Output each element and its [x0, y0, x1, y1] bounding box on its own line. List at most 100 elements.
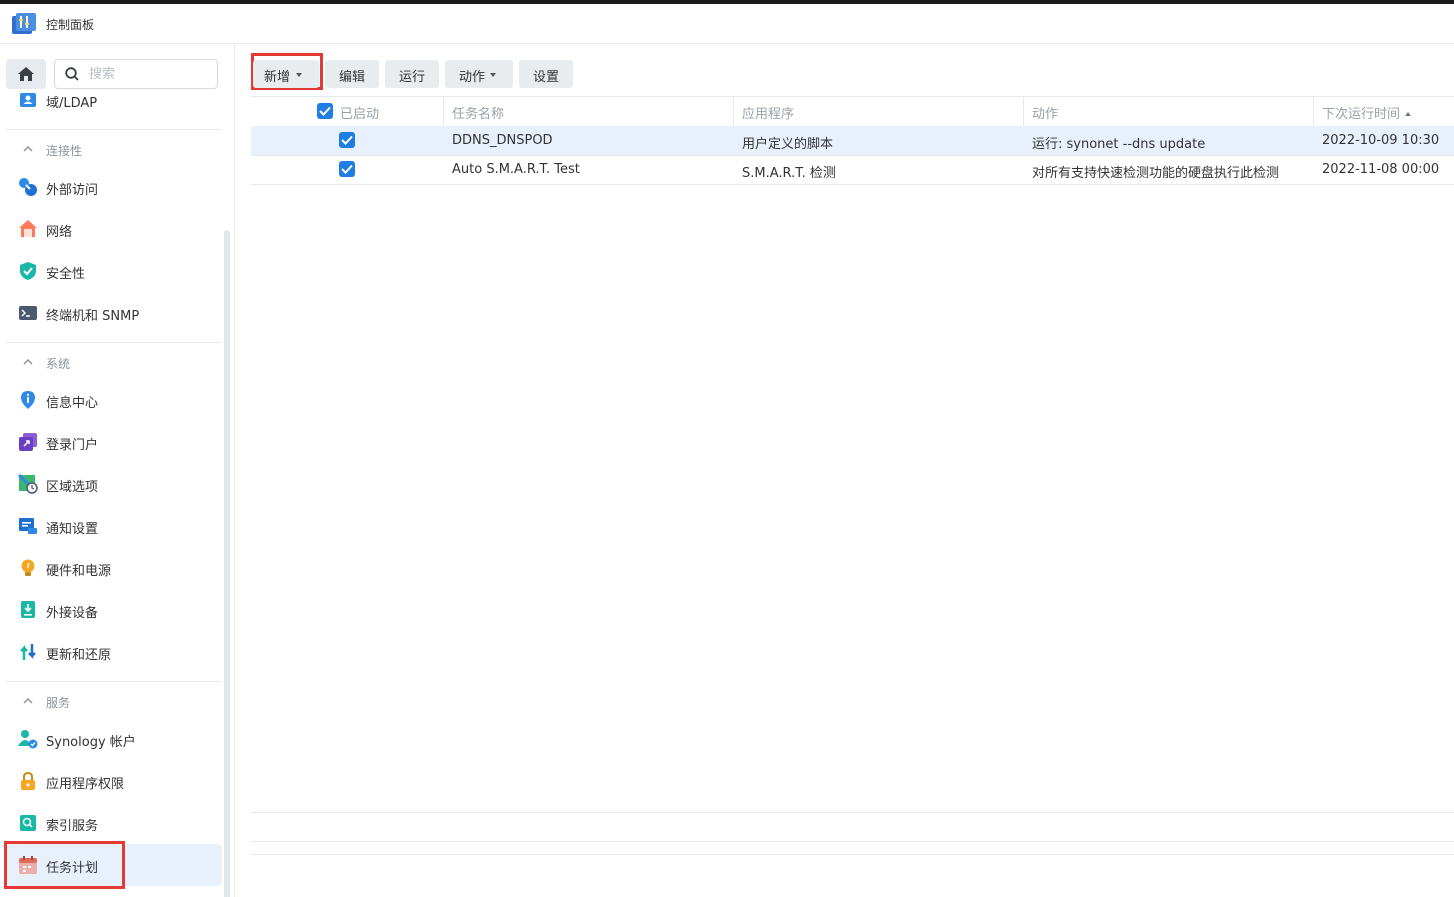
cell-next-run: 2022-11-08 00:00 [1322, 162, 1440, 177]
column-header-action[interactable]: 动作 [1032, 103, 1058, 122]
login-portal-icon [18, 432, 38, 452]
section-title: 服务 [46, 696, 71, 710]
sidebar-item-label: 安全性 [46, 267, 86, 282]
index-service-icon [18, 813, 38, 833]
notification-icon [18, 516, 38, 536]
settings-button[interactable]: 设置 [519, 60, 573, 88]
section-title: 系统 [46, 357, 71, 371]
column-header-next-run-label: 下次运行时间 [1322, 107, 1401, 122]
sidebar-item-login-portal[interactable]: 登录门户 [6, 425, 222, 459]
sidebar-item-notification[interactable]: 通知设置 [6, 509, 222, 543]
sidebar-item-label: 索引服务 [46, 819, 99, 834]
sidebar-item-label: Synology 帐户 [46, 735, 136, 750]
pager-divider [251, 841, 1454, 842]
chevron-up-icon [23, 145, 33, 152]
sidebar-item-external-access[interactable]: 外部访问 [6, 170, 222, 204]
new-button-label: 新增 [264, 70, 291, 85]
cell-application: S.M.A.R.T. 检测 [742, 166, 836, 181]
search-input[interactable] [87, 64, 211, 84]
sidebar-item-label: 终端机和 SNMP [46, 309, 140, 324]
column-header-enabled[interactable]: 已启动 [340, 103, 379, 122]
shield-icon [18, 261, 38, 281]
column-header-next-run[interactable]: 下次运行时间 [1322, 103, 1412, 122]
info-icon [18, 390, 38, 410]
check-icon [341, 135, 353, 145]
cell-next-run: 2022-10-09 10:30 [1322, 133, 1440, 148]
column-separator [1313, 97, 1314, 126]
grid-bottom-border [251, 812, 1454, 813]
window-title: 控制面板 [46, 18, 95, 32]
cell-action: 运行: synonet --dns update [1032, 137, 1206, 152]
table-row[interactable]: Auto S.M.A.R.T. Test S.M.A.R.T. 检测 对所有支持… [251, 155, 1454, 185]
sidebar-item-domain-ldap[interactable]: 域/LDAP [6, 83, 222, 117]
run-button[interactable]: 运行 [385, 60, 439, 88]
action-button-label: 动作 [459, 70, 486, 85]
chevron-up-icon [23, 697, 33, 704]
sidebar-item-label: 外接设备 [46, 606, 99, 621]
row-enabled-checkbox[interactable] [339, 132, 355, 148]
lock-icon [18, 771, 38, 791]
column-separator [443, 97, 444, 126]
sort-ascending-icon [1405, 112, 1412, 116]
sidebar-item-security[interactable]: 安全性 [6, 254, 222, 288]
sidebar-item-info-center[interactable]: 信息中心 [6, 383, 222, 417]
sidebar-item-regional-options[interactable]: 区域选项 [6, 467, 222, 501]
divider [6, 681, 222, 682]
chevron-up-icon [23, 358, 33, 365]
dropdown-caret-icon [296, 73, 302, 77]
section-header-connectivity[interactable]: 连接性 [6, 138, 222, 162]
row-enabled-checkbox[interactable] [339, 161, 355, 177]
sidebar-item-label: 域/LDAP [46, 96, 98, 111]
action-button[interactable]: 动作 [445, 60, 513, 88]
table-row[interactable]: DDNS_DNSPOD 用户定义的脚本 运行: synonet --dns up… [251, 126, 1454, 156]
terminal-icon [18, 303, 38, 323]
edit-button[interactable]: 编辑 [325, 60, 379, 88]
column-separator [733, 97, 734, 126]
cell-task-name: DDNS_DNSPOD [452, 133, 553, 148]
sidebar-item-label: 硬件和电源 [46, 564, 112, 579]
sidebar-item-label: 任务计划 [46, 861, 99, 876]
section-title: 连接性 [46, 144, 83, 158]
sidebar-item-label: 通知设置 [46, 522, 99, 537]
user-card-icon [18, 90, 38, 110]
sidebar-item-indexing-service[interactable]: 索引服务 [6, 806, 222, 840]
external-device-icon [18, 600, 38, 620]
update-restore-icon [18, 642, 38, 662]
sidebar-item-external-devices[interactable]: 外接设备 [6, 593, 222, 627]
run-button-label: 运行 [399, 70, 426, 85]
new-button[interactable]: 新增 [253, 60, 319, 88]
network-house-icon [18, 219, 38, 239]
sidebar-scrollbar[interactable] [224, 230, 230, 897]
sidebar-item-update-restore[interactable]: 更新和还原 [6, 635, 222, 669]
sidebar-item-task-scheduler[interactable]: 任务计划 [6, 844, 222, 886]
cell-application: 用户定义的脚本 [742, 137, 834, 152]
external-access-icon [18, 177, 38, 197]
sidebar-item-network[interactable]: 网络 [6, 212, 222, 246]
sidebar-item-label: 更新和还原 [46, 648, 112, 663]
lightbulb-icon [18, 558, 38, 578]
region-icon [17, 473, 38, 494]
sidebar-item-app-privileges[interactable]: 应用程序权限 [6, 764, 222, 798]
search-icon [65, 67, 79, 81]
sidebar-item-synology-account[interactable]: Synology 帐户 [6, 722, 222, 756]
section-header-services[interactable]: 服务 [6, 690, 222, 714]
column-separator [1023, 97, 1024, 126]
sidebar-item-hardware-power[interactable]: 硬件和电源 [6, 551, 222, 585]
section-header-system[interactable]: 系统 [6, 351, 222, 375]
pager-divider [251, 854, 1454, 855]
sidebar-item-label: 外部访问 [46, 183, 99, 198]
divider [6, 129, 222, 130]
synology-account-icon [18, 729, 38, 749]
header-enabled-checkbox[interactable] [317, 103, 333, 119]
title-bar: 控制面板 [0, 4, 1454, 44]
control-panel-icon [12, 13, 36, 35]
check-icon [319, 106, 331, 116]
sidebar-item-label: 信息中心 [46, 396, 99, 411]
divider [6, 342, 222, 343]
main-panel: 新增 编辑 运行 动作 设置 已启动 任务名称 应用程序 动作 下次运行时间 D… [235, 44, 1454, 897]
sidebar-item-label: 区域选项 [46, 480, 99, 495]
column-header-application[interactable]: 应用程序 [742, 103, 794, 122]
sidebar-item-label: 登录门户 [46, 438, 99, 453]
sidebar-item-terminal-snmp[interactable]: 终端机和 SNMP [6, 296, 222, 330]
column-header-task-name[interactable]: 任务名称 [452, 103, 504, 122]
